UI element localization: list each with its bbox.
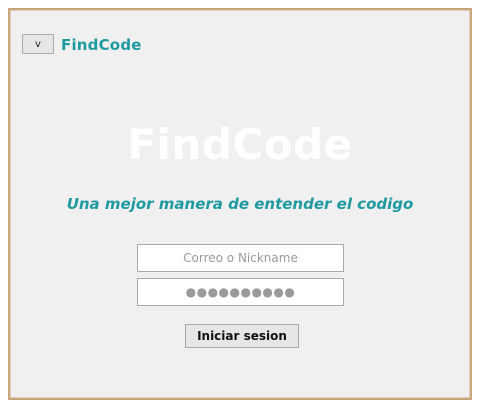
brand-title-large: FindCode <box>127 120 353 169</box>
tagline: Una mejor manera de entender el codigo <box>66 195 414 213</box>
user-input[interactable] <box>137 244 344 272</box>
login-window: v FindCode FindCode Una mejor manera de … <box>8 8 472 400</box>
password-input[interactable] <box>137 278 344 306</box>
dropdown-menu-button[interactable]: v <box>22 34 54 54</box>
login-button[interactable]: Iniciar sesion <box>185 324 299 348</box>
brand-title-small: FindCode <box>61 36 142 54</box>
